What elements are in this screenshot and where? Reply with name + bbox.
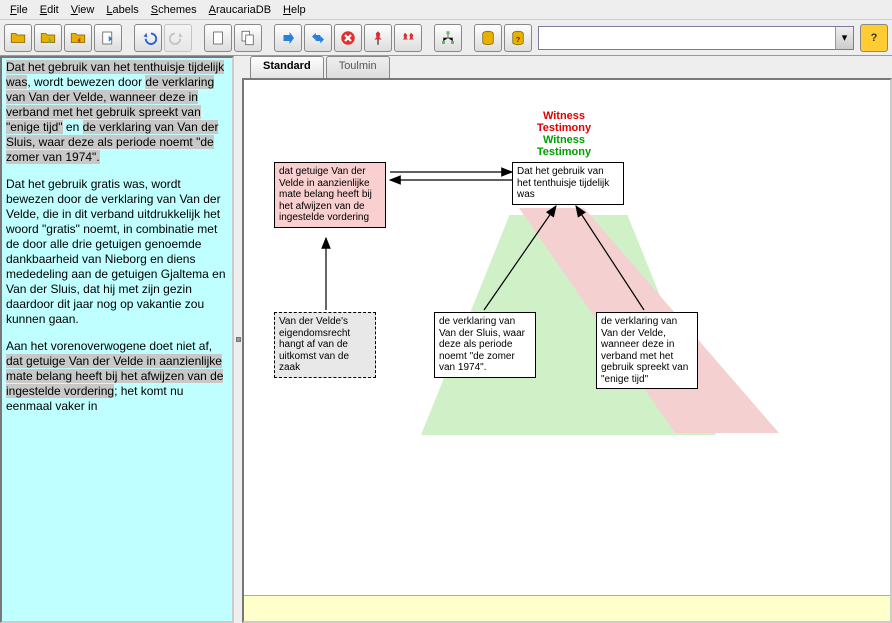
diagram-canvas[interactable]: Witness Testimony Witness Testimony dat … xyxy=(242,78,892,623)
label-witness-red: Witness xyxy=(524,110,604,122)
forward-icon[interactable] xyxy=(274,24,302,52)
copy-doc-icon[interactable] xyxy=(234,24,262,52)
node-premise-right[interactable]: de verklaring van Van der Velde, wanneer… xyxy=(596,312,698,389)
node-conclusion[interactable]: Dat het gebruik van het tenthuisje tijde… xyxy=(512,162,624,205)
scheme-combo[interactable]: ▾ xyxy=(538,26,854,50)
chevron-down-icon[interactable]: ▾ xyxy=(835,27,853,49)
db-icon[interactable] xyxy=(474,24,502,52)
pin-icon[interactable] xyxy=(364,24,392,52)
undo-icon[interactable] xyxy=(134,24,162,52)
menu-araucariadb[interactable]: AraucariaDB xyxy=(203,2,277,18)
tabstrip: Standard Toulmin xyxy=(242,56,892,78)
save-icon[interactable] xyxy=(64,24,92,52)
menu-help[interactable]: Help xyxy=(277,2,312,18)
menu-view[interactable]: View xyxy=(65,2,101,18)
paragraph-1: Dat het gebruik van het tenthuisje tijde… xyxy=(6,60,228,165)
db-help-icon[interactable]: ? xyxy=(504,24,532,52)
new-doc-icon[interactable] xyxy=(204,24,232,52)
status-strip xyxy=(244,595,890,621)
menu-edit[interactable]: Edit xyxy=(34,2,65,18)
tab-toulmin[interactable]: Toulmin xyxy=(326,56,390,78)
splitter[interactable] xyxy=(234,56,242,623)
node-premise-mid[interactable]: de verklaring van Van der Sluis, waar de… xyxy=(434,312,536,378)
svg-text:?: ? xyxy=(516,34,521,43)
label-testimony-green: Testimony xyxy=(524,146,604,158)
tab-standard[interactable]: Standard xyxy=(250,56,324,78)
main-area: Dat het gebruik van het tenthuisje tijde… xyxy=(0,56,892,623)
paragraph-2: Dat het gebruik gratis was, wordt beweze… xyxy=(6,177,228,327)
export-icon[interactable] xyxy=(94,24,122,52)
help-button[interactable]: ? xyxy=(860,24,888,52)
right-pane: Standard Toulmin Witness Testimony Witne… xyxy=(242,56,892,623)
tree-icon[interactable] xyxy=(434,24,462,52)
toolbar: ? ▾ ? xyxy=(0,20,892,56)
node-counter[interactable]: dat getuige Van der Velde in aanzienlijk… xyxy=(274,162,386,228)
swap-icon[interactable] xyxy=(304,24,332,52)
node-implicit[interactable]: Van der Velde's eigendomsrecht hangt af … xyxy=(274,312,376,378)
menu-labels[interactable]: Labels xyxy=(100,2,144,18)
open-icon[interactable] xyxy=(4,24,32,52)
label-testimony-red: Testimony xyxy=(524,122,604,134)
cancel-icon[interactable] xyxy=(334,24,362,52)
menubar: File Edit View Labels Schemes AraucariaD… xyxy=(0,0,892,20)
label-witness-green: Witness xyxy=(524,134,604,146)
open-folder-icon[interactable] xyxy=(34,24,62,52)
link-pin-icon[interactable] xyxy=(394,24,422,52)
splitter-grip-icon xyxy=(236,337,241,342)
menu-schemes[interactable]: Schemes xyxy=(145,2,203,18)
paragraph-3: Aan het vorenoverwogene doet niet af, da… xyxy=(6,339,228,414)
text-pane[interactable]: Dat het gebruik van het tenthuisje tijde… xyxy=(0,56,234,623)
redo-icon[interactable] xyxy=(164,24,192,52)
menu-file[interactable]: File xyxy=(4,2,34,18)
